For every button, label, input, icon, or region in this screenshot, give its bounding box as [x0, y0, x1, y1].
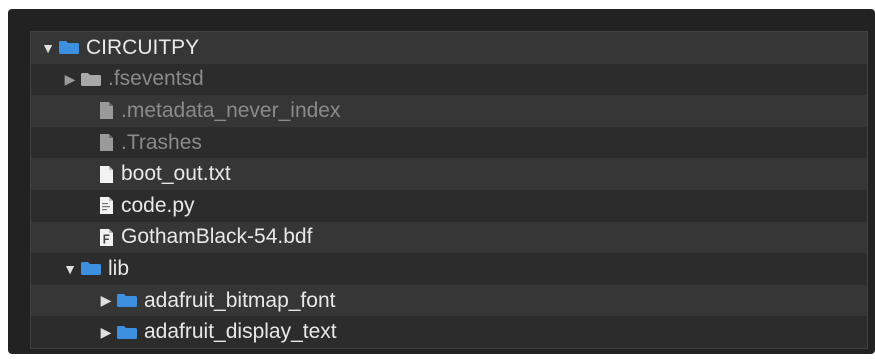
file-tree: ▼ CIRCUITPY ▶ .fseventsd .metadata_never…	[30, 31, 868, 349]
file-browser-window: ▼ CIRCUITPY ▶ .fseventsd .metadata_never…	[8, 9, 875, 354]
collapsed-arrow-icon[interactable]: ▶	[99, 324, 113, 341]
folder-icon	[81, 262, 101, 276]
tree-row-circuitpy[interactable]: ▼ CIRCUITPY	[31, 32, 867, 64]
tree-item-label: code.py	[121, 193, 195, 217]
tree-item-label: boot_out.txt	[121, 162, 231, 186]
collapsed-arrow-icon[interactable]: ▶	[63, 71, 77, 88]
folder-icon	[59, 41, 79, 55]
tree-row-adafruit-display-text[interactable]: ▶ adafruit_display_text	[31, 316, 867, 348]
blank-file-icon	[100, 165, 113, 183]
tree-row-code-py[interactable]: code.py	[31, 189, 867, 222]
folder-icon	[117, 294, 137, 308]
tree-item-label: .fseventsd	[108, 67, 204, 91]
blank-file-icon	[100, 134, 113, 152]
tree-item-label: lib	[108, 256, 130, 280]
tree-item-label: .metadata_never_index	[121, 98, 341, 122]
font-file-icon	[100, 228, 113, 246]
tree-row-boot-out-txt[interactable]: boot_out.txt	[31, 158, 867, 190]
tree-item-label: adafruit_bitmap_font	[144, 288, 336, 312]
tree-row-fseventsd[interactable]: ▶ .fseventsd	[31, 63, 867, 96]
tree-row-trashes[interactable]: .Trashes	[31, 126, 867, 159]
tree-row-lib[interactable]: ▼ lib	[31, 253, 867, 285]
expanded-arrow-icon[interactable]: ▼	[63, 261, 77, 277]
folder-icon	[117, 325, 137, 339]
tree-row-metadata-never-index[interactable]: .metadata_never_index	[31, 95, 867, 127]
expanded-arrow-icon[interactable]: ▼	[41, 40, 55, 56]
tree-row-gothamblack-bdf[interactable]: GothamBlack-54.bdf	[31, 221, 867, 254]
collapsed-arrow-icon[interactable]: ▶	[99, 292, 113, 309]
code-file-icon	[100, 197, 113, 215]
tree-item-label: CIRCUITPY	[86, 35, 200, 59]
tree-item-label: GothamBlack-54.bdf	[121, 225, 313, 249]
tree-row-adafruit-bitmap-font[interactable]: ▶ adafruit_bitmap_font	[31, 284, 867, 317]
tree-item-label: .Trashes	[121, 130, 202, 154]
tree-item-label: adafruit_display_text	[144, 320, 337, 344]
folder-icon	[81, 72, 101, 86]
blank-file-icon	[100, 102, 113, 120]
